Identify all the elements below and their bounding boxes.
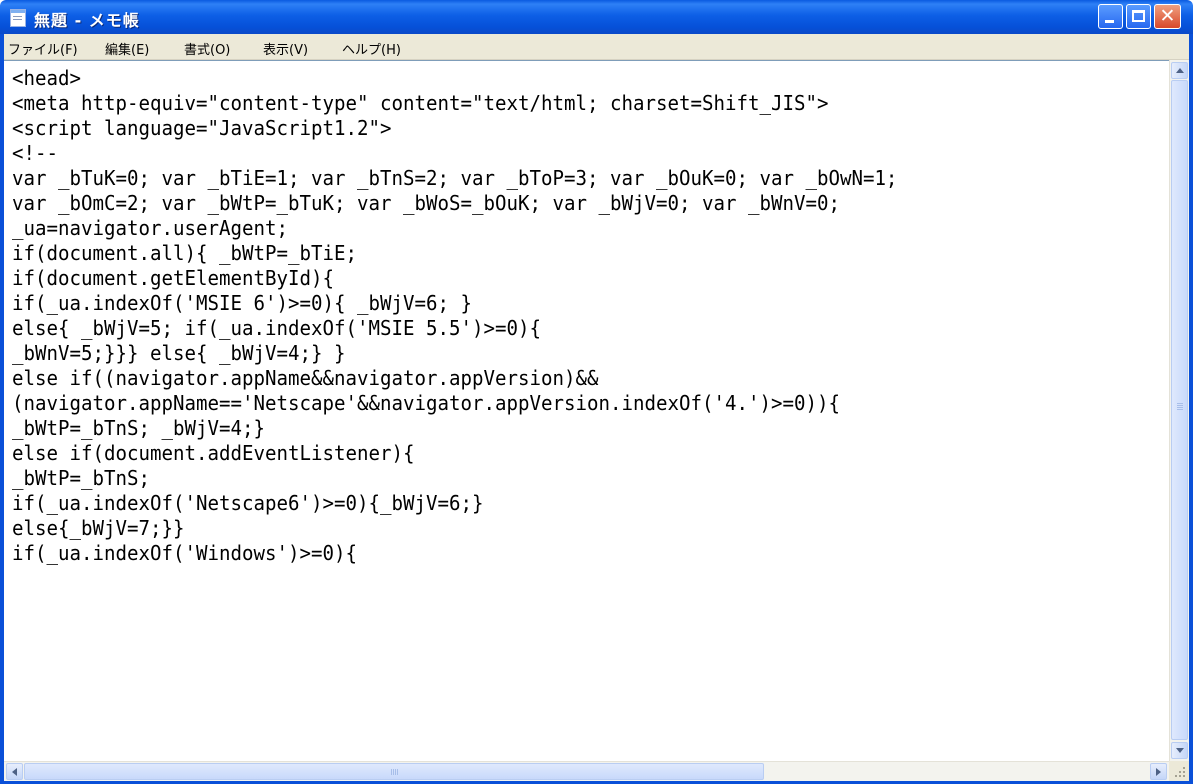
editor-line: if(document.all){ _bWtP=_bTiE;: [12, 241, 357, 265]
horizontal-scrollbar[interactable]: [4, 761, 1169, 781]
menu-view[interactable]: 表示(V): [263, 39, 308, 58]
editor-line: <!--: [12, 141, 59, 165]
window-frame-right: [1189, 34, 1193, 784]
editor-line: else{ _bWjV=5; if(_ua.indexOf('MSIE 5.5'…: [12, 316, 541, 340]
editor-line: var _bOmC=2; var _bWtP=_bTuK; var _bWoS=…: [12, 191, 840, 215]
close-icon: ✕: [1159, 5, 1176, 27]
scroll-left-button[interactable]: [6, 763, 23, 780]
resize-grip[interactable]: [1169, 761, 1189, 781]
vertical-scroll-thumb[interactable]: [1171, 80, 1188, 740]
editor-line: var _bTuK=0; var _bTiE=1; var _bTnS=2; v…: [12, 166, 898, 190]
text-editor[interactable]: <head> <meta http-equiv="content-type" c…: [4, 60, 1169, 761]
arrow-left-icon: [12, 768, 17, 776]
editor-line: _bWtP=_bTnS; _bWjV=4;}: [12, 416, 265, 440]
editor-line: if(_ua.indexOf('MSIE 6')>=0){ _bWjV=6; }: [12, 291, 472, 315]
scroll-down-button[interactable]: [1171, 742, 1188, 759]
grip-icon: [1177, 403, 1183, 411]
editor-line: if(_ua.indexOf('Windows')>=0){: [12, 541, 357, 565]
editor-line: _bWtP=_bTnS;: [12, 466, 150, 490]
notepad-icon[interactable]: [10, 9, 26, 27]
scroll-right-button[interactable]: [1150, 763, 1167, 780]
menu-format[interactable]: 書式(O): [184, 39, 230, 58]
arrow-down-icon: [1176, 748, 1184, 753]
editor-line: <head>: [12, 66, 81, 90]
title-bar[interactable]: 無題 - メモ帳 ✕: [0, 0, 1193, 34]
menu-bar: ファイル(F) 編集(E) 書式(O) 表示(V) ヘルプ(H): [4, 34, 1189, 60]
scroll-up-button[interactable]: [1171, 62, 1188, 79]
editor-line: else if((navigator.appName&&navigator.ap…: [12, 366, 599, 390]
close-button[interactable]: ✕: [1154, 4, 1181, 29]
minimize-icon: [1105, 20, 1114, 23]
arrow-up-icon: [1176, 68, 1184, 73]
minimize-button[interactable]: [1098, 4, 1123, 29]
grip-icon: [391, 769, 399, 775]
maximize-button[interactable]: [1126, 4, 1151, 29]
editor-line: if(document.getElementById){: [12, 266, 334, 290]
maximize-icon: [1132, 10, 1145, 22]
editor-line: else if(document.addEventListener){: [12, 441, 415, 465]
editor-line: <meta http-equiv="content-type" content=…: [12, 91, 829, 115]
vertical-scrollbar[interactable]: [1169, 60, 1189, 761]
arrow-right-icon: [1156, 768, 1161, 776]
menu-file[interactable]: ファイル(F): [8, 39, 78, 58]
editor-line: else{_bWjV=7;}}: [12, 516, 185, 540]
editor-line: <script language="JavaScript1.2">: [12, 116, 392, 140]
menu-edit[interactable]: 編集(E): [105, 39, 149, 58]
horizontal-scroll-thumb[interactable]: [24, 763, 764, 780]
editor-line: _bWnV=5;}}} else{ _bWjV=4;} }: [12, 341, 346, 365]
editor-line: if(_ua.indexOf('Netscape6')>=0){_bWjV=6;…: [12, 491, 484, 515]
editor-line: (navigator.appName=='Netscape'&&navigato…: [12, 391, 840, 415]
editor-line: _ua=navigator.userAgent;: [12, 216, 288, 240]
menu-help[interactable]: ヘルプ(H): [342, 39, 401, 58]
window-title: 無題 - メモ帳: [34, 11, 140, 30]
